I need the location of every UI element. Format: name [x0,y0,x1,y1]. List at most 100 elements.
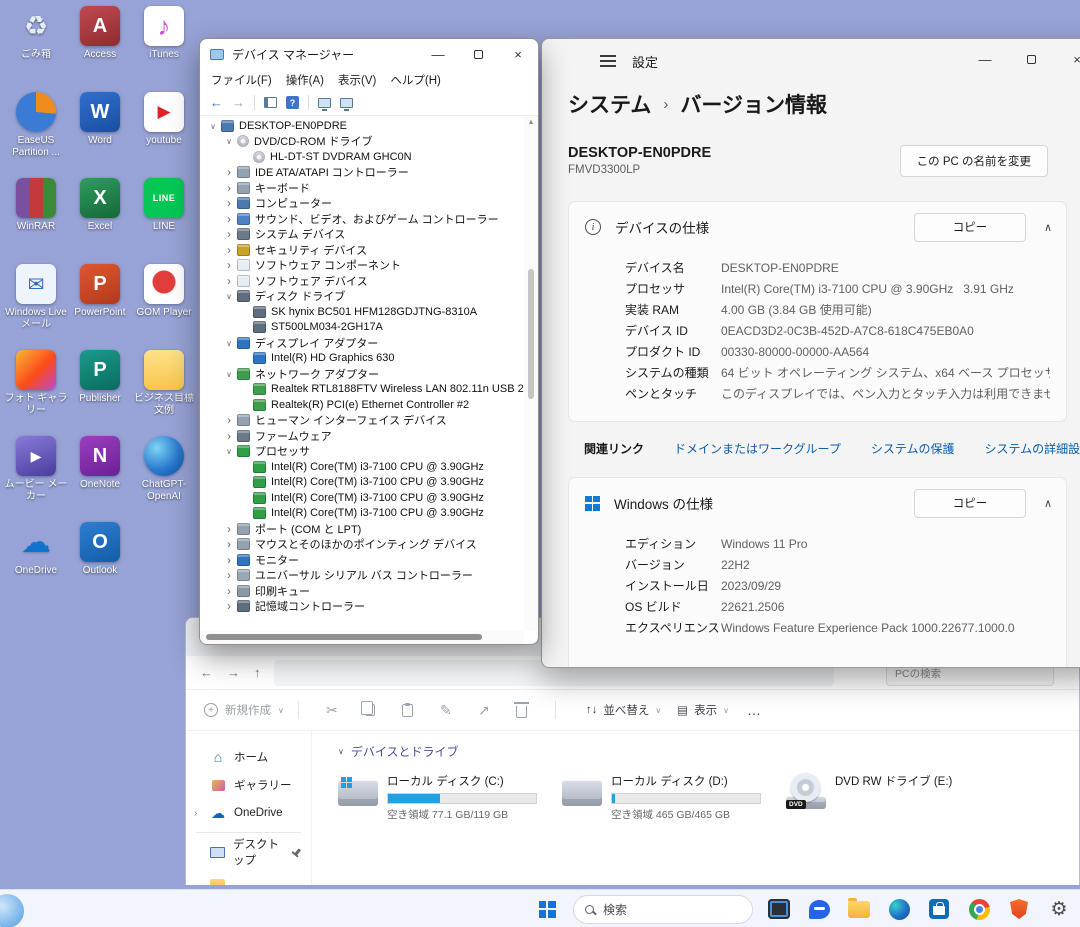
sidebar-item-clipped-icon[interactable] [210,879,225,885]
device-tree-item[interactable]: Intel(R) Core(TM) i3-7100 CPU @ 3.90GHz [200,490,524,506]
sidebar-item[interactable]: ホーム [186,743,311,771]
tree-expander-icon[interactable] [222,584,236,598]
tree-expander-icon[interactable] [222,599,236,613]
tree-expander-icon[interactable] [222,445,236,457]
device-tree-item[interactable]: Realtek(R) PCI(e) Ethernet Controller #2 [200,397,524,413]
pc-app-icon[interactable] [760,890,798,927]
desktop-icon[interactable]: O Outlook [68,522,132,608]
device-tree-item[interactable]: ソフトウェア コンポーネント [200,258,524,274]
device-tree-item[interactable]: Intel(R) Core(TM) i3-7100 CPU @ 3.90GHz [200,506,524,522]
tree-expander-icon[interactable] [222,290,236,302]
tree-expander-icon[interactable] [222,243,236,257]
desktop-icon[interactable]: N OneNote [68,436,132,522]
device-tree-item[interactable]: ユニバーサル シリアル バス コントローラー [200,568,524,584]
tree-expander-icon[interactable] [222,429,236,443]
device-tree-item[interactable]: セキュリティ デバイス [200,242,524,258]
device-tree-item[interactable]: ソフトウェア デバイス [200,273,524,289]
sidebar-item[interactable]: OneDrive [186,799,311,827]
device-tree-item[interactable]: Intel(R) Core(TM) i3-7100 CPU @ 3.90GHz [200,459,524,475]
tree-expander-icon[interactable] [222,196,236,210]
device-tree-item[interactable]: SK hynix BC501 HFM128GDJTNG-8310A [200,304,524,320]
chrome-icon[interactable] [960,890,998,927]
close-button[interactable]: × [498,39,538,69]
tree-expander-icon[interactable] [222,413,236,427]
desktop-icon[interactable]: X Excel [68,178,132,264]
back-icon[interactable]: ← [200,665,213,680]
settings-gear-icon[interactable]: ⚙ [1040,890,1078,927]
device-tree-item[interactable]: Realtek RTL8188FTV Wireless LAN 802.11n … [200,382,524,398]
related-link[interactable]: システムの詳細設定 [984,440,1080,457]
tree-expander-icon[interactable] [222,165,236,179]
maximize-button[interactable] [1008,39,1054,79]
device-tree-item[interactable]: コンピューター [200,196,524,212]
desktop-icon[interactable]: ✉ Windows Live メール [4,264,68,350]
desktop-icon[interactable]: GOM Player [132,264,196,350]
scan-hardware-changes-button[interactable] [318,98,331,108]
menu-item[interactable]: 操作(A) [279,70,331,90]
more-options-button[interactable]: … [747,702,762,718]
device-tree-item[interactable]: ST500LM034-2GH17A [200,320,524,336]
microsoft-store-icon[interactable] [920,890,958,927]
copy-device-spec-button[interactable]: コピー [914,213,1026,242]
start-button[interactable] [528,890,566,927]
vertical-scrollbar-thumb[interactable] [528,269,534,399]
device-tree-item[interactable]: 印刷キュー [200,583,524,599]
tree-expander-icon[interactable] [222,368,236,380]
device-tree-item[interactable]: ポート (COM と LPT) [200,521,524,537]
share-button[interactable]: ↗ [465,702,503,719]
desktop-icon[interactable]: P Publisher [68,350,132,436]
chat-icon[interactable] [800,890,838,927]
copy-windows-spec-button[interactable]: コピー [914,489,1026,518]
view-button[interactable]: ▤ 表示 ∨ [677,702,729,718]
back-button[interactable]: ← [210,95,223,110]
breadcrumb-system[interactable]: システム [568,89,651,119]
menu-item[interactable]: 表示(V) [331,70,383,90]
delete-button[interactable] [503,702,541,718]
brave-icon[interactable] [1000,890,1038,927]
devices-and-drives-group-header[interactable]: ∨ デバイスとドライブ [338,743,1079,760]
drive-c[interactable]: ローカル ディスク (C:) 空き領域 77.1 GB/119 GB [338,773,556,822]
show-console-tree-button[interactable] [264,97,277,108]
device-tree-item[interactable]: サウンド、ビデオ、およびゲーム コントローラー [200,211,524,227]
file-explorer-icon[interactable] [840,890,878,927]
paste-button[interactable] [389,704,427,717]
horizontal-scrollbar-thumb[interactable] [206,634,482,640]
device-tree-item[interactable]: システム デバイス [200,227,524,243]
minimize-button[interactable]: — [418,39,458,69]
drive-e-dvd[interactable]: DVD DVD RW ドライブ (E:) [786,773,1004,822]
sort-button[interactable]: ↑↓ 並べ替え ∨ [586,702,661,718]
tree-expander-icon[interactable] [222,522,236,536]
device-tree-item[interactable]: Intel(R) Core(TM) i3-7100 CPU @ 3.90GHz [200,475,524,491]
desktop-icon[interactable]: WinRAR [4,178,68,264]
tree-expander-icon[interactable] [222,227,236,241]
desktop-icon[interactable]: ChatGPT-OpenAI [132,436,196,522]
sidebar-item[interactable]: ギャラリー [186,771,311,799]
rename-button[interactable]: ✎ [427,702,465,719]
desktop-icon[interactable]: ▶ ムービー メーカー [4,436,68,522]
close-button[interactable]: × [1054,39,1080,79]
tree-expander-icon[interactable] [222,537,236,551]
tree-expander-icon[interactable] [222,568,236,582]
minimize-button[interactable]: — [962,39,1008,79]
device-tree-item[interactable]: ヒューマン インターフェイス デバイス [200,413,524,429]
related-link[interactable]: ドメインまたはワークグループ [674,440,841,457]
desktop-icon[interactable]: ♻ ごみ箱 [4,6,68,92]
chevron-up-icon[interactable]: ∧ [1044,221,1052,234]
new-item-button[interactable]: + 新規作成 ∨ [204,702,284,718]
vertical-scrollbar[interactable]: ▲ [524,116,538,630]
taskbar-search[interactable]: 検索 [573,895,753,924]
tree-expander-icon[interactable] [222,212,236,226]
edge-icon[interactable] [880,890,918,927]
desktop-icon[interactable]: A Access [68,6,132,92]
device-tree-item[interactable]: プロセッサ [200,444,524,460]
device-tree-item[interactable]: ネットワーク アダプター [200,366,524,382]
device-spec-card-header[interactable]: デバイスの仕様 コピー ∧ [569,202,1066,252]
device-tree-item[interactable]: ディスプレイ アダプター [200,335,524,351]
desktop-icon[interactable]: ☁ OneDrive [4,522,68,608]
horizontal-scrollbar[interactable] [200,630,524,644]
copy-button[interactable] [351,704,389,716]
device-tree-item[interactable]: HL-DT-ST DVDRAM GHC0N [200,149,524,165]
chevron-up-icon[interactable]: ∧ [1044,497,1052,510]
menu-item[interactable]: ヘルプ(H) [383,70,447,90]
maximize-button[interactable] [458,39,498,69]
